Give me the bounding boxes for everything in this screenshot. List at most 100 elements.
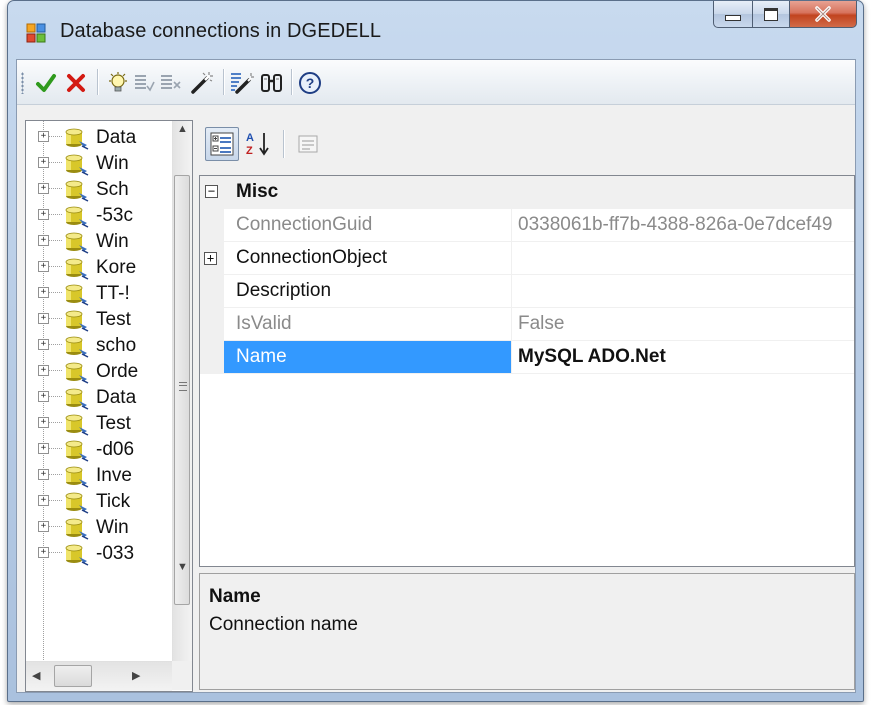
expand-icon[interactable]: + — [38, 287, 49, 298]
client-area: ? + Data + Win + Sch + -53c + Win + Kore + TT-! + Test +… — [16, 59, 856, 693]
tree-item[interactable]: + Win — [26, 229, 172, 255]
property-list[interactable]: − Misc ConnectionGuid 0338061b-ff7b-4388-… — [199, 175, 855, 567]
property-pages-button[interactable] — [291, 127, 325, 161]
tree-item[interactable]: + Data — [26, 385, 172, 411]
tree-item-label: -53c — [96, 205, 133, 226]
expand-icon[interactable]: + — [38, 313, 49, 324]
expand-icon[interactable]: + — [38, 209, 49, 220]
property-name-cell[interactable]: ConnectionObject — [224, 242, 512, 275]
scroll-up-icon[interactable]: ▲ — [177, 123, 188, 135]
expand-icon[interactable]: + — [38, 157, 49, 168]
expand-icon[interactable]: + — [38, 469, 49, 480]
expand-icon[interactable]: + — [38, 261, 49, 272]
tree-horizontal-scrollbar[interactable]: ◀ ▶ — [26, 661, 172, 691]
tree-item[interactable]: + Inve — [26, 463, 172, 489]
property-name: Description — [236, 280, 332, 301]
svg-text:A: A — [246, 132, 254, 144]
tree-connector — [49, 318, 62, 320]
expand-icon[interactable]: + — [38, 495, 49, 506]
scroll-right-icon[interactable]: ▶ — [132, 669, 140, 682]
maximize-button[interactable] — [753, 1, 790, 28]
property-value-cell[interactable] — [512, 275, 854, 308]
tree-item[interactable]: + TT-! — [26, 281, 172, 307]
close-button[interactable] — [790, 1, 857, 28]
property-name-cell[interactable]: IsValid — [224, 308, 512, 341]
ok-button[interactable] — [33, 70, 59, 96]
property-name-cell[interactable]: Name — [224, 341, 512, 374]
horizontal-scroll-thumb[interactable] — [54, 665, 92, 687]
tree-item[interactable]: + Data — [26, 125, 172, 151]
category-row[interactable]: − Misc — [200, 176, 854, 209]
minimize-icon — [725, 15, 741, 21]
close-icon — [815, 6, 831, 22]
expand-icon[interactable]: + — [38, 443, 49, 454]
property-value: False — [518, 313, 565, 334]
tree-item[interactable]: + Tick — [26, 489, 172, 515]
expand-icon[interactable]: + — [38, 339, 49, 350]
caption-buttons — [713, 1, 857, 28]
tree-item[interactable]: + Orde — [26, 359, 172, 385]
property-name-cell[interactable]: Description — [224, 275, 512, 308]
minimize-button[interactable] — [713, 1, 753, 28]
property-row[interactable]: Name MySQL ADO.Net — [200, 341, 854, 374]
expand-icon[interactable]: + — [38, 235, 49, 246]
tree-item[interactable]: + Kore — [26, 255, 172, 281]
new-connection-button[interactable] — [105, 70, 131, 96]
tree-item[interactable]: + -033 — [26, 541, 172, 567]
expand-icon[interactable]: + — [38, 391, 49, 402]
collapse-icon[interactable]: − — [205, 185, 218, 198]
categorized-button[interactable] — [205, 127, 239, 161]
property-row[interactable]: ConnectionGuid 0338061b-ff7b-4388-826a-0e… — [200, 209, 854, 242]
tree-item[interactable]: + Test — [26, 307, 172, 333]
scroll-left-icon[interactable]: ◀ — [32, 669, 40, 682]
property-value-cell[interactable]: MySQL ADO.Net — [512, 341, 854, 374]
svg-text:?: ? — [306, 75, 315, 91]
validate-button[interactable] — [131, 70, 157, 96]
alphabetical-button[interactable]: A Z — [241, 127, 275, 161]
edit-button[interactable] — [189, 70, 215, 96]
scroll-down-icon[interactable]: ▼ — [177, 561, 188, 573]
categorized-icon — [210, 132, 234, 156]
tree-item[interactable]: + -d06 — [26, 437, 172, 463]
property-value-cell[interactable] — [512, 242, 854, 275]
help-button[interactable]: ? — [297, 70, 323, 96]
expand-icon[interactable]: + — [38, 365, 49, 376]
database-icon — [62, 333, 90, 359]
tree-item-label: Orde — [96, 361, 139, 382]
property-value-cell[interactable]: False — [512, 308, 854, 341]
database-icon — [62, 151, 90, 177]
property-name-cell[interactable]: ConnectionGuid — [224, 209, 512, 242]
title-bar[interactable]: Database connections in DGEDELL — [8, 1, 863, 59]
database-icon — [62, 463, 90, 489]
property-value-cell[interactable]: 0338061b-ff7b-4388-826a-0e7dcef49 — [512, 209, 854, 242]
property-row[interactable]: IsValid False — [200, 308, 854, 341]
database-icon — [62, 489, 90, 515]
tree-item[interactable]: + Win — [26, 151, 172, 177]
tree-vertical-scrollbar[interactable]: ▲ ▼ — [172, 121, 192, 661]
row-gutter — [200, 308, 224, 341]
connection-tree[interactable]: + Data + Win + Sch + -53c + Win + Kore + TT-! + Test + sc… — [25, 120, 193, 692]
property-row[interactable]: + ConnectionObject — [200, 242, 854, 275]
tree-item-label: Win — [96, 153, 129, 174]
find-button[interactable] — [259, 70, 285, 96]
tree-item[interactable]: + scho — [26, 333, 172, 359]
expand-icon[interactable]: + — [38, 131, 49, 142]
tree-item-label: TT-! — [96, 283, 130, 304]
tree-item[interactable]: + Test — [26, 411, 172, 437]
tree-item[interactable]: + -53c — [26, 203, 172, 229]
expand-icon[interactable]: + — [38, 547, 49, 558]
tree-item-label: Tick — [96, 491, 131, 512]
expand-icon[interactable]: + — [38, 417, 49, 428]
tree-item[interactable]: + Win — [26, 515, 172, 541]
tree-connector — [49, 188, 62, 190]
expand-icon[interactable]: + — [38, 521, 49, 532]
tree-item[interactable]: + Sch — [26, 177, 172, 203]
expand-icon[interactable]: + — [204, 252, 217, 265]
remove-button[interactable] — [157, 70, 183, 96]
property-row[interactable]: Description — [200, 275, 854, 308]
cancel-button[interactable] — [63, 70, 89, 96]
vertical-scroll-thumb[interactable] — [174, 175, 190, 605]
wizard-button[interactable] — [229, 70, 255, 96]
expand-icon[interactable]: + — [38, 183, 49, 194]
toolbar-grip[interactable] — [21, 72, 24, 94]
